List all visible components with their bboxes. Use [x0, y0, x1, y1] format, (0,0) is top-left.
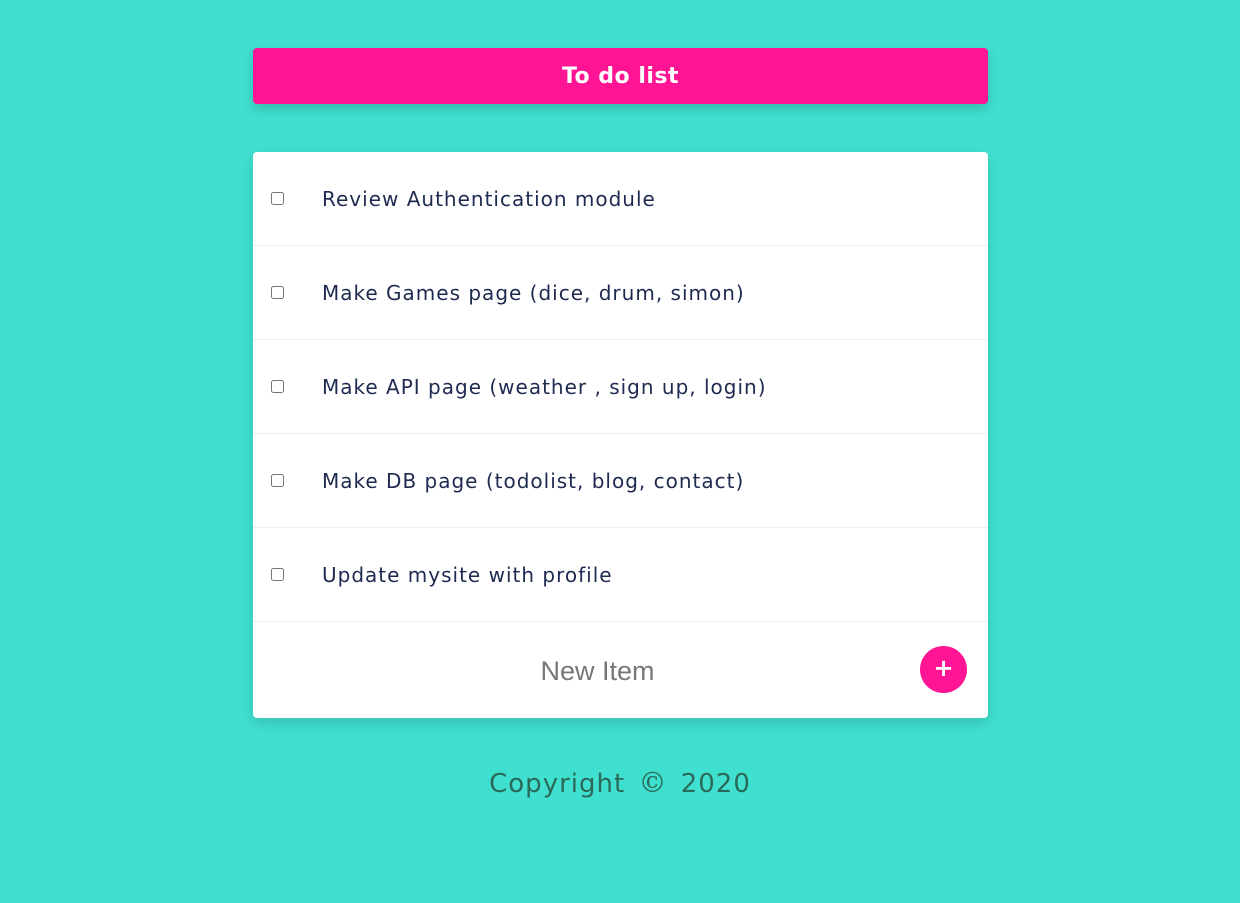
list-item: Review Authentication module	[253, 152, 988, 246]
list-item: Make DB page (todolist, blog, contact)	[253, 434, 988, 528]
add-item-button[interactable]: +	[920, 646, 967, 693]
item-label: Review Authentication module	[322, 186, 656, 211]
list-item: Update mysite with profile	[253, 528, 988, 622]
item-checkbox[interactable]	[271, 192, 284, 205]
title-banner: To do list	[253, 48, 988, 104]
copyright-symbol: ©	[638, 766, 668, 799]
page: To do list Review Authentication module …	[0, 0, 1240, 903]
item-label: Make Games page (dice, drum, simon)	[322, 280, 745, 305]
new-item-form: +	[253, 622, 988, 718]
list-item: Make Games page (dice, drum, simon)	[253, 246, 988, 340]
new-item-input[interactable]	[253, 650, 942, 692]
item-checkbox[interactable]	[271, 474, 284, 487]
item-checkbox[interactable]	[271, 568, 284, 581]
copyright-text: Copyright	[489, 769, 626, 799]
todo-list-card: Review Authentication module Make Games …	[253, 152, 988, 718]
copyright-year: 2020	[680, 769, 751, 799]
page-title: To do list	[561, 63, 680, 89]
item-checkbox[interactable]	[271, 286, 284, 299]
item-label: Make DB page (todolist, blog, contact)	[322, 468, 745, 493]
list-item: Make API page (weather , sign up, login)	[253, 340, 988, 434]
item-checkbox[interactable]	[271, 380, 284, 393]
footer-copyright: Copyright © 2020	[0, 766, 1240, 799]
item-label: Update mysite with profile	[322, 562, 613, 587]
item-label: Make API page (weather , sign up, login)	[322, 374, 767, 399]
